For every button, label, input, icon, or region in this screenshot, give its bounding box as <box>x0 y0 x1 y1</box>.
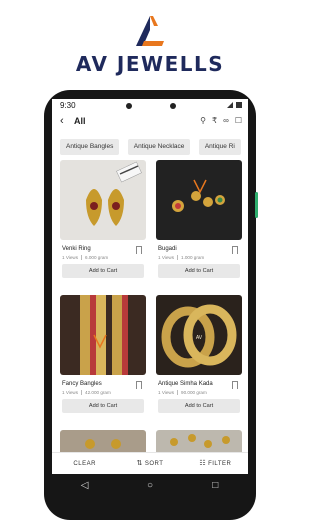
filter-label: FILTER <box>208 461 232 467</box>
product-image <box>60 295 146 375</box>
filter-button[interactable]: ☷ FILTER <box>183 453 248 474</box>
product-weight: 42.000 gram <box>85 390 111 395</box>
front-camera-icon <box>126 103 132 109</box>
product-weight: 1.000 gram <box>181 255 205 260</box>
product-weight: 6.000 gram <box>85 255 109 260</box>
battery-icon <box>236 102 242 108</box>
back-triangle-icon[interactable]: ◁ <box>73 480 97 491</box>
search-icon[interactable]: ⚲ <box>200 116 206 125</box>
page-title: All <box>74 116 86 126</box>
add-to-cart-button[interactable]: Add to Cart <box>62 264 144 278</box>
bookmark-icon[interactable] <box>136 246 142 254</box>
separator <box>81 390 83 395</box>
arrow-left-icon[interactable]: ‹ <box>60 115 64 127</box>
product-image: AV <box>156 295 242 375</box>
sort-label: SORT <box>144 461 164 467</box>
product-image <box>60 160 146 240</box>
category-chip[interactable]: Antique Ri <box>198 139 241 155</box>
front-camera-icon <box>170 103 176 109</box>
product-views: 1 Views <box>158 255 175 260</box>
product-meta: 1 Views 42.000 gram <box>62 390 111 395</box>
separator <box>81 255 83 260</box>
product-views: 1 Views <box>62 390 79 395</box>
product-meta: 1 Views 90.000 gram <box>158 390 207 395</box>
product-weight: 90.000 gram <box>181 390 207 395</box>
product-card[interactable]: Bugadi 1 Views 1.000 gram Add to Cart <box>156 160 242 286</box>
bookmark-icon[interactable] <box>136 381 142 389</box>
category-chips: Antique Bangles Antique Necklace Antique… <box>52 135 248 155</box>
add-to-cart-button[interactable]: Add to Cart <box>62 399 144 413</box>
bookmark-icon[interactable]: ☐ <box>235 116 242 125</box>
category-chip[interactable]: Antique Bangles <box>60 139 120 155</box>
clear-label: CLEAR <box>73 461 96 467</box>
brand-name: AV JEWELLS <box>75 52 225 76</box>
system-icons <box>227 102 242 108</box>
phone-side-accent <box>255 192 258 218</box>
sort-icon: ⇅ <box>136 460 143 467</box>
add-to-cart-button[interactable]: Add to Cart <box>158 399 240 413</box>
recents-square-icon[interactable]: □ <box>203 480 227 491</box>
currency-rupee-icon[interactable]: ₹ <box>212 116 217 125</box>
separator <box>177 390 179 395</box>
product-views: 1 Views <box>62 255 79 260</box>
bookmark-icon[interactable] <box>232 246 238 254</box>
bottom-action-bar: CLEAR ⇅ SORT ☷ FILTER <box>52 452 248 474</box>
product-views: 1 Views <box>158 390 175 395</box>
clear-button[interactable]: CLEAR <box>52 453 117 474</box>
product-meta: 1 Views 1.000 gram <box>158 255 204 260</box>
product-meta: 1 Views 6.000 gram <box>62 255 108 260</box>
android-nav-bar: ◁ ○ □ <box>52 474 248 496</box>
add-to-cart-button[interactable]: Add to Cart <box>158 264 240 278</box>
product-card[interactable]: AV Antique Simha Kada 1 Views 90.000 gram… <box>156 295 242 421</box>
signal-icon <box>227 102 233 108</box>
product-name: Antique Simha Kada <box>158 381 213 387</box>
header-actions: ⚲ ₹ ∞ ☐ <box>200 116 242 125</box>
phone-screen: 9:30 ‹ All ⚲ ₹ ∞ ☐ Antique Bangles Antiq… <box>52 99 248 474</box>
status-time: 9:30 <box>60 101 76 110</box>
product-card[interactable]: Venki Ring 1 Views 6.000 gram Add to Cart <box>60 160 146 286</box>
link-icon[interactable]: ∞ <box>223 116 229 125</box>
svg-text:AV: AV <box>196 335 203 341</box>
home-circle-icon[interactable]: ○ <box>138 480 162 491</box>
brand-logo: AV JEWELLS <box>0 14 300 76</box>
filter-icon: ☷ <box>199 460 207 467</box>
product-name: Venki Ring <box>62 246 91 252</box>
sort-button[interactable]: ⇅ SORT <box>117 453 182 474</box>
product-image <box>156 160 242 240</box>
product-name: Fancy Bangles <box>62 381 102 387</box>
product-name: Bugadi <box>158 246 177 252</box>
status-bar: 9:30 <box>52 99 248 113</box>
brand-logo-icon <box>136 16 164 46</box>
app-store-screenshot: AV JEWELLS 9:30 ‹ All ⚲ ₹ ∞ ☐ Antique Ba… <box>0 0 300 532</box>
app-header: ‹ All ⚲ ₹ ∞ ☐ <box>52 113 248 131</box>
product-card[interactable]: Fancy Bangles 1 Views 42.000 gram Add to … <box>60 295 146 421</box>
bookmark-icon[interactable] <box>232 381 238 389</box>
separator <box>177 255 179 260</box>
category-chip[interactable]: Antique Necklace <box>127 139 191 155</box>
